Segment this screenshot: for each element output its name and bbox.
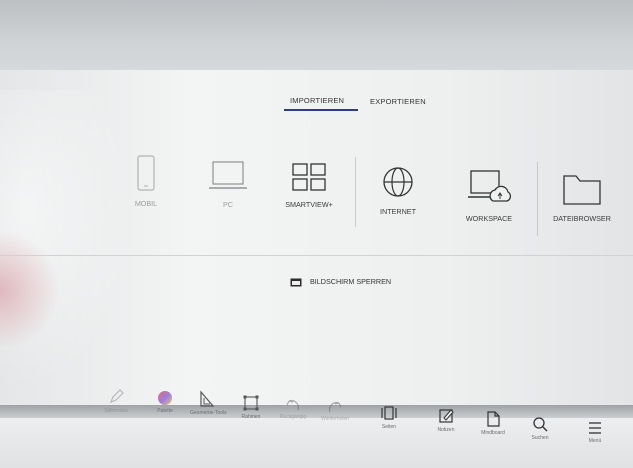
tool-menu[interactable]: Menü: [580, 420, 610, 444]
horizontal-separator: [0, 255, 633, 256]
source-label: DATEIBROWSER: [553, 214, 611, 223]
palette-icon: [158, 391, 172, 405]
tool-label: Seiten: [381, 424, 397, 430]
menu-icon: [589, 422, 601, 434]
cloud-laptop-icon: [468, 170, 511, 202]
tool-frame[interactable]: Rahmen: [236, 394, 266, 420]
search-icon: [533, 417, 548, 432]
laptop-icon: [209, 161, 247, 189]
tool-label: Stiftmodus: [104, 408, 128, 414]
tool-label: Mindboard: [481, 430, 505, 436]
section-divider: [537, 162, 538, 236]
tool-pages[interactable]: Seiten: [374, 404, 404, 430]
redo-icon: [328, 401, 342, 413]
source-label: SMARTVIEW+: [285, 200, 333, 209]
note-icon: [439, 409, 454, 423]
source-workspace[interactable]: WORKSPACE: [460, 168, 518, 223]
source-label: INTERNET: [380, 207, 416, 216]
tab-export[interactable]: EXPORTIEREN: [370, 97, 426, 106]
lock-screen-label: BILDSCHIRM SPERREN: [310, 277, 392, 286]
tab-import[interactable]: IMPORTIEREN: [290, 96, 344, 105]
phone-icon: [137, 155, 155, 191]
tool-geometry[interactable]: Geometrie-Tools: [190, 390, 227, 416]
source-mobil[interactable]: MOBIL: [124, 155, 168, 208]
geometry-icon: [200, 390, 215, 407]
monitor-top-bezel: [0, 0, 633, 70]
undo-icon: [286, 399, 300, 411]
tool-label: Suchen: [531, 435, 549, 441]
folder-icon: [563, 175, 601, 205]
globe-icon: [383, 167, 413, 197]
section-divider: [355, 157, 356, 227]
tool-label: Wiederholen: [320, 416, 350, 422]
lock-screen-button[interactable]: BILDSCHIRM SPERREN: [290, 277, 391, 287]
tool-label: Rahmen: [241, 414, 261, 420]
tool-label: Palette: [157, 408, 173, 414]
tool-redo[interactable]: Wiederholen: [318, 398, 352, 422]
tool-mindboard[interactable]: Mindboard: [475, 410, 511, 436]
tool-undo[interactable]: Rückgängig: [276, 396, 310, 420]
source-internet[interactable]: INTERNET: [372, 165, 424, 216]
active-tab-indicator: [284, 109, 358, 111]
source-label: PC: [223, 200, 233, 209]
tool-notes[interactable]: Notizen: [430, 407, 462, 433]
tool-label: Menü: [588, 438, 602, 444]
frame-icon: [243, 395, 259, 411]
pen-icon: [109, 389, 124, 404]
source-smartview[interactable]: SMARTVIEW+: [275, 162, 343, 209]
source-label: MOBIL: [134, 199, 158, 208]
tool-palette[interactable]: Palette: [150, 390, 180, 414]
lock-screen-icon: [290, 278, 302, 287]
tool-label: Geometrie-Tools: [190, 410, 227, 416]
display-screen: [0, 70, 633, 410]
pages-icon: [381, 406, 397, 420]
grid-icon: [292, 163, 326, 191]
source-dateibrowser[interactable]: DATEIBROWSER: [549, 172, 615, 223]
source-label: WORKSPACE: [465, 214, 513, 223]
document-icon: [487, 411, 500, 427]
tool-search[interactable]: Suchen: [524, 415, 556, 441]
source-pc[interactable]: PC: [203, 160, 253, 209]
tool-label: Notizen: [437, 427, 455, 433]
tool-pen[interactable]: Stiftmodus: [98, 388, 134, 414]
tool-label: Rückgängig: [279, 414, 307, 420]
